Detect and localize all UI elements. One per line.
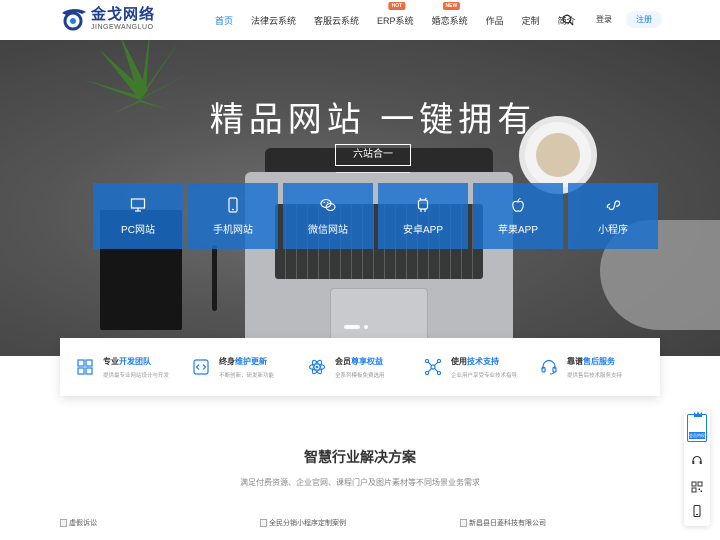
code-icon [193, 359, 209, 375]
side-toolbar: 会员特权 [684, 410, 710, 526]
laptop-image [245, 148, 513, 356]
qrcode-icon[interactable] [690, 480, 704, 494]
case-alt-text: 虚假诉讼 [69, 520, 97, 527]
network-icon [424, 358, 442, 376]
wechat-icon [320, 198, 336, 211]
member-privilege-button[interactable]: 会员特权 [687, 411, 707, 442]
nav-item-custom[interactable]: 定制 [522, 14, 540, 27]
platform-tiles: PC网站 手机网站 微信网站 安卓APP 苹果APP 小程序 [93, 183, 658, 249]
atom-icon [308, 359, 326, 375]
features-strip: 专业开发团队 提供最专业网站设计与开发 终身维护更新 不断创新，研发新功能 会员… [60, 338, 660, 396]
tile-label: 苹果APP [497, 224, 538, 236]
tile-label: 微信网站 [308, 224, 348, 236]
tile-label: 小程序 [598, 224, 628, 236]
feature-maintenance: 终身维护更新 不断创新，研发新功能 [192, 356, 308, 379]
header: 金戈网络 JINGEWANGLUO 首页 法律云系统 客服云系统 ERP系统 H… [0, 0, 720, 40]
feature-title-a: 会员 [335, 356, 351, 366]
nav-item-service-cloud[interactable]: 客服云系统 [314, 14, 359, 27]
carousel-dot-2[interactable] [364, 325, 368, 329]
tile-miniprogram[interactable]: 小程序 [568, 183, 658, 249]
tile-mobile-website[interactable]: 手机网站 [188, 183, 278, 249]
feature-desc: 不断创新，研发新功能 [219, 372, 275, 379]
feature-title-a: 靠谱 [567, 356, 583, 366]
tile-android-app[interactable]: 安卓APP [378, 183, 468, 249]
mobile-icon[interactable] [690, 504, 704, 518]
apple-icon [512, 197, 524, 212]
headset-icon [541, 359, 557, 375]
case-alt-text: 新昌县日菱科技有限公司 [469, 520, 546, 527]
nav-item-erp[interactable]: ERP系统 HOT [377, 1, 414, 27]
feature-desc: 企业用户享受专业技术指导 [451, 372, 518, 379]
feature-support: 使用技术支持 企业用户享受专业技术指导 [424, 356, 540, 379]
section-title: 智慧行业解决方案 [304, 449, 416, 465]
feature-title-b: 尊享权益 [351, 356, 383, 366]
feature-team: 专业开发团队 提供最专业网站设计与开发 [76, 356, 192, 379]
search-icon[interactable] [562, 14, 574, 26]
tile-pc-website[interactable]: PC网站 [93, 183, 183, 249]
tile-apple-app[interactable]: 苹果APP [473, 183, 563, 249]
feature-title-b: 维护更新 [235, 356, 267, 366]
feature-title-b: 售后服务 [583, 356, 615, 366]
logo-mark-icon [62, 9, 86, 31]
feature-title-a: 终身 [219, 356, 235, 366]
hero-subtitle: 六站合一 [335, 144, 411, 173]
hot-badge: HOT [388, 1, 406, 10]
nav-item-works[interactable]: 作品 [486, 14, 504, 27]
case-alt-text: 全民分销小程序定制案例 [269, 520, 346, 527]
feature-aftersales: 靠谱售后服务 提供售后技术服务支持 [540, 356, 656, 379]
carousel-dots [344, 325, 368, 329]
nav-item-home[interactable]: 首页 [215, 14, 233, 27]
brand-name: 金戈网络 [91, 6, 156, 23]
broken-image-icon [260, 519, 267, 527]
feature-member: 会员尊享权益 全系列模板免费选用 [308, 356, 424, 379]
main-nav: 首页 法律云系统 客服云系统 ERP系统 HOT 婚恋系统 NEW 作品 定制 … [215, 0, 594, 40]
brand-name-en: JINGEWANGLUO [91, 24, 154, 31]
feature-desc: 提供售后技术服务支持 [567, 372, 623, 379]
logo[interactable]: 金戈网络 JINGEWANGLUO [60, 7, 155, 31]
miniprogram-icon [606, 199, 621, 210]
monitor-icon [130, 197, 146, 212]
hero-title: 精品网站 一键拥有 [209, 101, 537, 139]
mobile-icon [228, 196, 238, 213]
nav-item-law-cloud[interactable]: 法律云系统 [251, 14, 296, 27]
new-badge: NEW [442, 1, 461, 10]
feature-title-b: 开发团队 [119, 356, 151, 366]
broken-image-icon [460, 519, 467, 527]
nav-item-erp-label: ERP系统 [377, 15, 414, 26]
nav-item-dating[interactable]: 婚恋系统 NEW [431, 1, 468, 27]
tile-label: 安卓APP [402, 224, 443, 236]
feature-desc: 全系列模板免费选用 [335, 372, 385, 379]
login-button[interactable]: 登录 [590, 12, 618, 27]
tile-label: PC网站 [121, 224, 155, 236]
case-item[interactable]: 新昌县日菱科技有限公司 [460, 518, 660, 528]
broken-image-icon [60, 519, 67, 527]
tile-label: 手机网站 [213, 224, 253, 236]
case-item[interactable]: 全民分销小程序定制案例 [260, 518, 460, 528]
team-icon [77, 359, 93, 375]
feature-title-a: 使用 [451, 356, 467, 366]
feature-title-a: 专业 [103, 356, 119, 366]
hero-banner: 精品网站 一键拥有 六站合一 PC网站 手机网站 微信网站 安卓APP 苹果AP… [0, 40, 720, 356]
crown-icon [694, 411, 702, 417]
register-button[interactable]: 注册 [626, 11, 662, 28]
pen-image [212, 245, 217, 311]
section-description: 满足付费资源、企业官网、课程门户及图片素材等不同场景业务需求 [240, 478, 480, 487]
case-item[interactable]: 虚假诉讼 [60, 518, 260, 528]
android-icon [417, 197, 429, 212]
case-list: 虚假诉讼 全民分销小程序定制案例 新昌县日菱科技有限公司 [60, 518, 660, 528]
nav-item-dating-label: 婚恋系统 [431, 15, 468, 26]
tile-wechat-website[interactable]: 微信网站 [283, 183, 373, 249]
feature-title-b: 技术支持 [467, 356, 499, 366]
carousel-dot-1[interactable] [344, 325, 360, 329]
feature-desc: 提供最专业网站设计与开发 [103, 372, 170, 379]
customer-service-icon[interactable] [690, 454, 704, 468]
member-label: 会员特权 [689, 432, 705, 439]
